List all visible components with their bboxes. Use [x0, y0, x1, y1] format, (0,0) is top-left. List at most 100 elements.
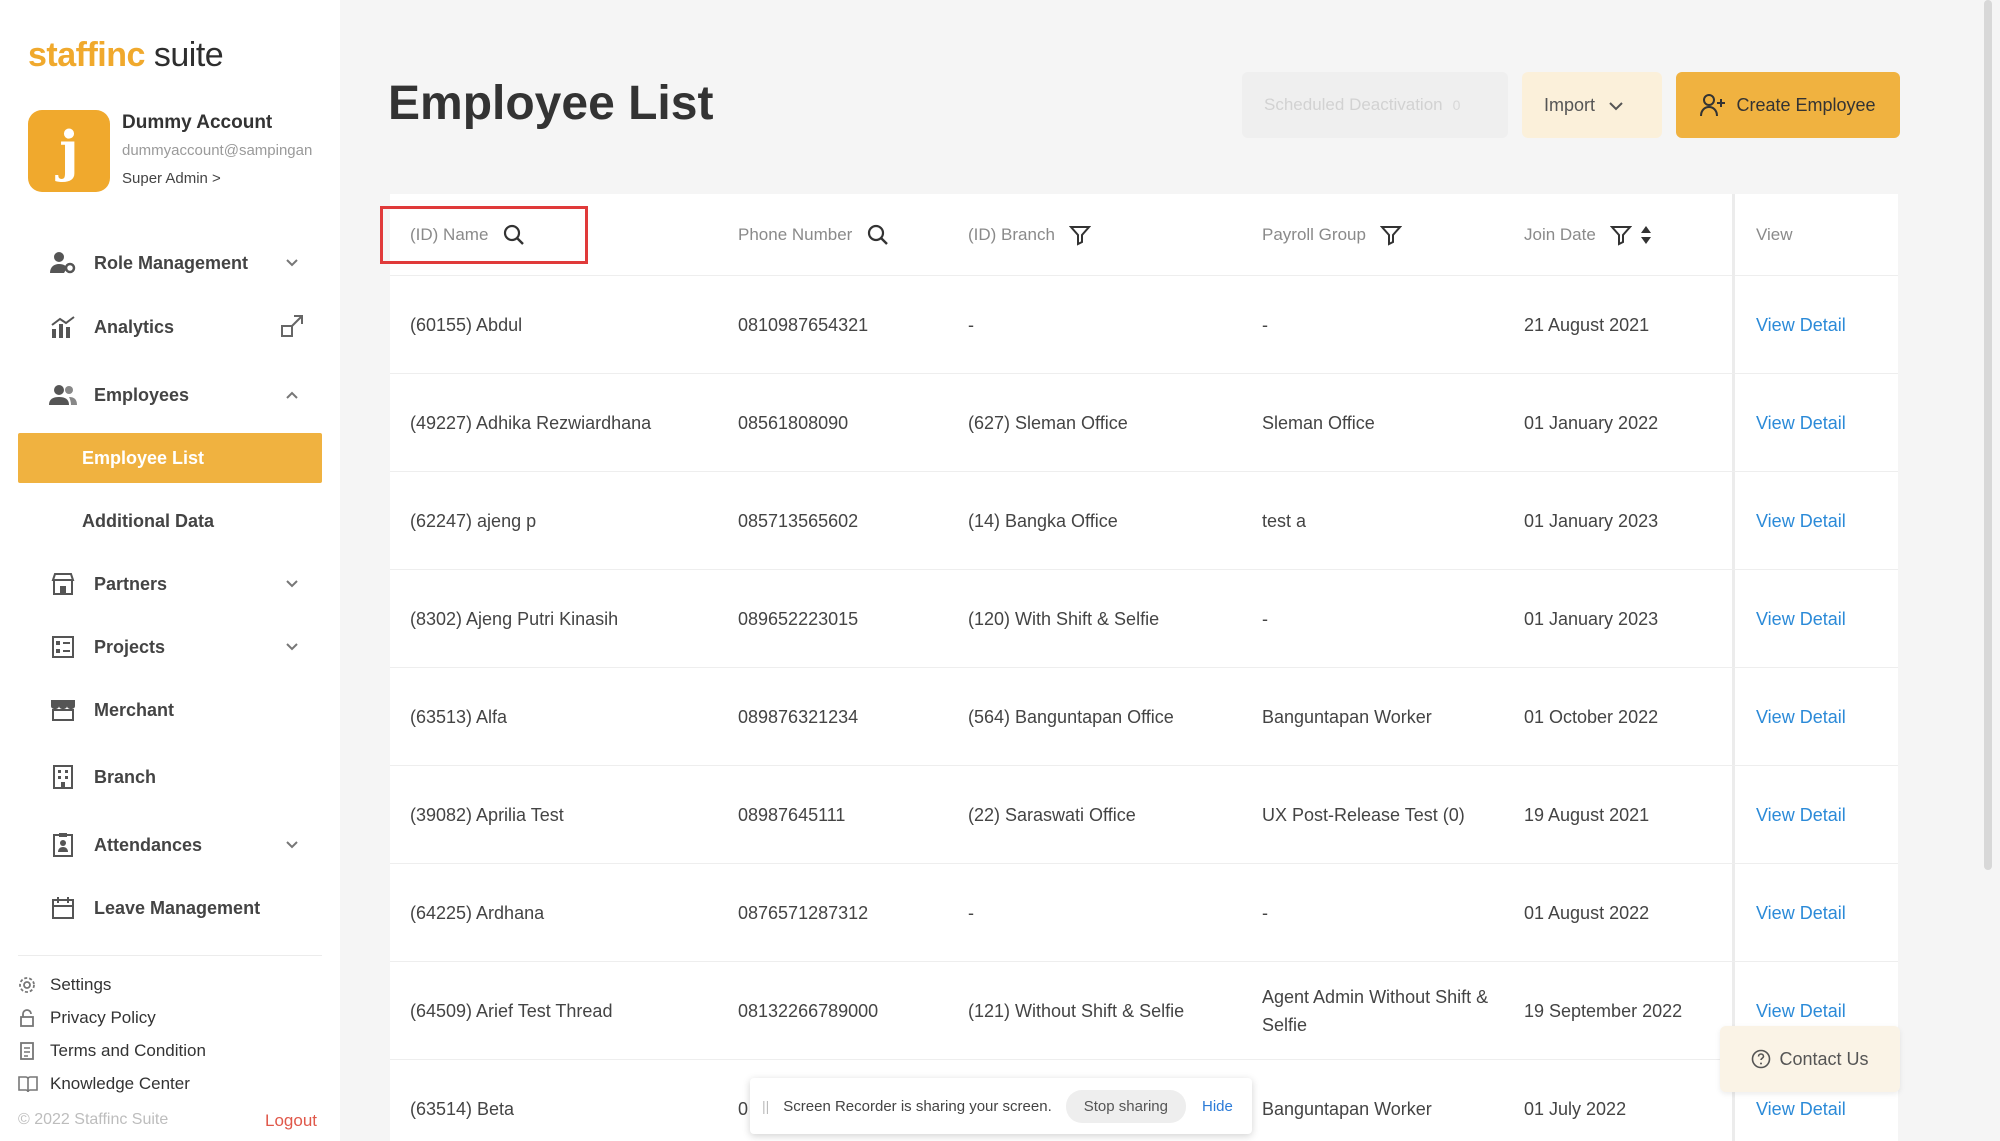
table-row: (62247) ajeng p 085713565602 (14) Bangka… [390, 472, 1898, 570]
view-detail-link[interactable]: View Detail [1756, 472, 1846, 570]
privacy-policy-label: Privacy Policy [50, 1008, 156, 1027]
knowledge-center-link[interactable]: Knowledge Center [18, 1071, 190, 1097]
column-header-join-date: Join Date [1524, 194, 1652, 276]
account-card[interactable]: j Dummy Account dummyaccount@sampingan S… [28, 110, 328, 194]
create-employee-button[interactable]: Create Employee [1676, 72, 1900, 138]
view-detail-link[interactable]: View Detail [1756, 766, 1846, 864]
filter-icon[interactable] [1379, 224, 1402, 246]
cell-phone: 08987645111 [738, 805, 846, 825]
sidebar-item-role-management[interactable]: Role Management [18, 238, 322, 288]
drag-handle-icon[interactable]: || [762, 1098, 769, 1114]
chevron-up-icon [286, 386, 298, 402]
cell-phone: 089652223015 [738, 609, 859, 629]
account-role-link[interactable]: Super Admin > [122, 170, 221, 187]
external-link-icon [280, 314, 304, 343]
hide-button[interactable]: Hide [1202, 1098, 1233, 1115]
cell-payroll: Banguntapan Worker [1262, 707, 1432, 727]
account-email: dummyaccount@sampingan [122, 142, 313, 159]
chevron-down-icon [286, 575, 298, 591]
sidebar-item-label: Leave Management [94, 897, 261, 918]
sidebar-item-projects[interactable]: Projects [18, 622, 322, 672]
employee-table: (ID) Name Phone Number (ID) Branch Payro… [390, 194, 1898, 1141]
cell-phone: 0876571287312 [738, 903, 869, 923]
sidebar-item-label: Partners [94, 573, 168, 594]
cell-join-date: 01 August 2022 [1524, 903, 1650, 923]
logout-link[interactable]: Logout [265, 1111, 317, 1131]
cell-branch: (564) Banguntapan Office [968, 707, 1174, 727]
sidebar-item-additional-data[interactable]: Additional Data [18, 496, 322, 546]
sidebar: staffinc suite j Dummy Account dummyacco… [0, 0, 340, 1141]
chevron-down-icon [1609, 95, 1623, 116]
calendar-icon [48, 893, 78, 923]
document-icon [18, 1042, 40, 1060]
view-detail-link[interactable]: View Detail [1756, 570, 1846, 668]
search-icon[interactable] [866, 223, 890, 247]
filter-icon[interactable] [1609, 224, 1632, 246]
page-scrollbar[interactable] [1984, 0, 1992, 870]
terms-link[interactable]: Terms and Condition [18, 1038, 206, 1064]
cell-join-date: 19 September 2022 [1524, 1001, 1683, 1021]
account-name: Dummy Account [122, 112, 273, 133]
filter-icon[interactable] [1068, 224, 1091, 246]
table-row: (49227) Adhika Rezwiardhana 08561808090 … [390, 374, 1898, 472]
cell-name: (64225) Ardhana [410, 903, 545, 923]
table-row: (63513) Alfa 089876321234 (564) Bangunta… [390, 668, 1898, 766]
screen-share-bar: || Screen Recorder is sharing your scree… [750, 1078, 1252, 1134]
scheduled-deactivation-button[interactable]: Scheduled Deactivation 0 [1242, 72, 1508, 138]
sidebar-item-label: Merchant [94, 699, 175, 720]
sidebar-item-branch[interactable]: Branch [18, 752, 322, 802]
cell-name: (8302) Ajeng Putri Kinasih [410, 609, 619, 629]
table-row: (8302) Ajeng Putri Kinasih 089652223015 … [390, 570, 1898, 668]
sidebar-item-attendances[interactable]: Attendances [18, 820, 322, 870]
sidebar-divider [18, 955, 322, 956]
sidebar-item-employee-list[interactable]: Employee List [18, 433, 322, 483]
cell-join-date: 19 August 2021 [1524, 805, 1650, 825]
chevron-down-icon [286, 836, 298, 852]
cell-payroll: Banguntapan Worker [1262, 1099, 1432, 1119]
table-row: (60155) Abdul 0810987654321 - - 21 Augus… [390, 276, 1898, 374]
sidebar-item-employees[interactable]: Employees [18, 370, 322, 420]
column-header-view: View [1756, 194, 1793, 276]
add-user-icon [1700, 93, 1726, 117]
sort-icon[interactable] [1640, 225, 1652, 245]
store-icon [48, 569, 78, 599]
cell-join-date: 01 July 2022 [1524, 1099, 1627, 1119]
cell-phone: 08132266789000 [738, 1001, 879, 1021]
cell-payroll: - [1262, 609, 1268, 629]
column-label: (ID) Branch [968, 225, 1055, 244]
view-detail-link[interactable]: View Detail [1756, 864, 1846, 962]
stop-sharing-button[interactable]: Stop sharing [1065, 1089, 1186, 1123]
cell-branch: (121) Without Shift & Selfie [968, 1001, 1185, 1021]
sidebar-item-merchant[interactable]: Merchant [18, 685, 322, 735]
cell-branch: (22) Saraswati Office [968, 805, 1136, 825]
cell-payroll: Sleman Office [1262, 413, 1375, 433]
sidebar-item-partners[interactable]: Partners [18, 559, 322, 609]
view-detail-link[interactable]: View Detail [1756, 374, 1846, 472]
privacy-policy-link[interactable]: Privacy Policy [18, 1005, 156, 1031]
attendance-card-icon [48, 830, 78, 860]
cell-join-date: 21 August 2021 [1524, 315, 1650, 335]
cell-name: (60155) Abdul [410, 315, 523, 335]
sidebar-item-analytics[interactable]: Analytics [18, 302, 322, 352]
contact-us-button[interactable]: Contact Us [1720, 1026, 1900, 1092]
view-detail-link[interactable]: View Detail [1756, 668, 1846, 766]
cell-name: (62247) ajeng p [410, 511, 537, 531]
cell-phone: 085713565602 [738, 511, 859, 531]
cell-name: (64509) Arief Test Thread [410, 1001, 613, 1021]
highlight-annotation-box [380, 206, 588, 264]
app-logo[interactable]: staffinc suite [28, 36, 224, 75]
gear-icon [18, 976, 40, 994]
import-button[interactable]: Import [1522, 72, 1662, 138]
lock-icon [18, 1009, 40, 1027]
sidebar-item-leave-management[interactable]: Leave Management [18, 883, 322, 933]
shop-icon [48, 695, 78, 725]
settings-link[interactable]: Settings [18, 972, 111, 998]
cell-join-date: 01 January 2023 [1524, 609, 1659, 629]
scheduled-count-badge: 0 [1452, 97, 1461, 113]
user-gear-icon [48, 248, 78, 278]
sidebar-item-label: Attendances [94, 834, 203, 855]
view-detail-link[interactable]: View Detail [1756, 276, 1846, 374]
column-header-payroll: Payroll Group [1262, 194, 1402, 276]
page-title: Employee List [388, 77, 714, 130]
cell-phone: 089876321234 [738, 707, 859, 727]
